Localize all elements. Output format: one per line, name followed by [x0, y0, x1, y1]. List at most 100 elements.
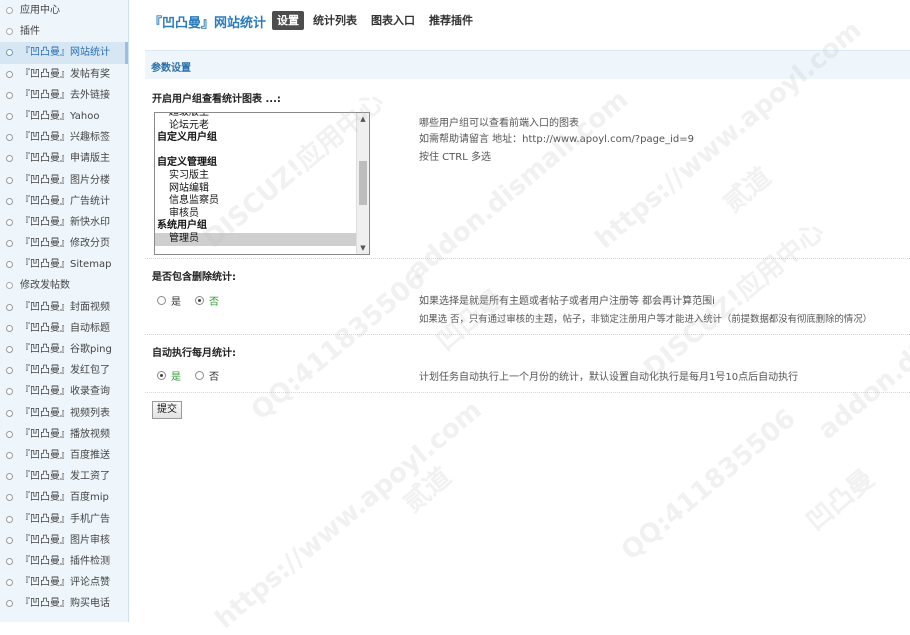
sidebar-item-label: 『凹凸曼』评论点赞 [20, 577, 110, 589]
sidebar-item-label: 『凹凸曼』发红包了 [20, 365, 110, 377]
monthly-yes-label[interactable]: 是 [171, 368, 181, 383]
bullet-icon [6, 261, 13, 269]
option-group-label: 系统用户组 [157, 220, 207, 232]
user-groups-options: 超级版主 论坛元老 自定义用户组 自定义管理组 实习版主 网站编辑 信息监察员 审核员 系统用户… [155, 113, 356, 246]
deleted-yes-radio[interactable] [157, 296, 166, 305]
bullet-icon [6, 70, 13, 78]
deleted-no-radio[interactable] [195, 296, 204, 305]
sidebar-item-label: 『凹凸曼』购买电话 [20, 598, 110, 610]
tab-settings[interactable]: 设置 [272, 11, 304, 30]
sidebar-item[interactable]: 『凹凸曼』购买电话 [0, 593, 128, 614]
sidebar-item[interactable]: 『凹凸曼』手机广告 [0, 509, 128, 530]
user-group-option[interactable]: 论坛元老 [155, 120, 356, 133]
sidebar-item[interactable]: 『凹凸曼』插件检测 [0, 551, 128, 572]
groups-setting-label: 开启用户组查看统计图表 ...: [152, 94, 281, 105]
sidebar-item-label: 『凹凸曼』网站统计 [20, 47, 110, 59]
sidebar-item-label: 修改发帖数 [20, 280, 70, 292]
sidebar-item[interactable]: 修改发帖数 [0, 275, 128, 296]
sidebar-item-label: 『凹凸曼』插件检测 [20, 555, 110, 567]
sidebar-item-label: 『凹凸曼』手机广告 [20, 513, 110, 525]
scroll-down-icon[interactable]: ▼ [357, 242, 369, 254]
sidebar-item[interactable]: 『凹凸曼』自动标题 [0, 318, 128, 339]
monthly-radio-group: 是 否 [157, 368, 233, 383]
monthly-hint-1: 计划任务自动执行上一个月份的统计，默认设置自动化执行是每月1号10点后自动执行 [419, 372, 799, 383]
divider [145, 334, 910, 335]
sidebar-item-label: 『凹凸曼』封面视频 [20, 301, 110, 313]
user-groups-multiselect[interactable]: 超级版主 论坛元老 自定义用户组 自定义管理组 实习版主 网站编辑 信息监察员 审核员 系统用户… [154, 112, 370, 255]
sidebar-item-label: 应用中心 [20, 5, 60, 16]
sidebar-item[interactable]: 插件 [0, 21, 128, 42]
user-group-option[interactable]: 管理员 [155, 232, 356, 246]
sidebar-item[interactable]: 『凹凸曼』申请版主 [0, 148, 128, 169]
tab-chart-entry[interactable]: 图表入口 [366, 11, 420, 30]
monthly-no-radio[interactable] [195, 371, 204, 380]
sidebar-item-label: 『凹凸曼』新快水印 [20, 216, 110, 228]
sidebar-item[interactable]: 『凹凸曼』Yahoo [0, 106, 128, 127]
monthly-no-label[interactable]: 否 [209, 368, 219, 383]
option-group-label: 自定义用户组 [157, 132, 217, 144]
scroll-up-icon[interactable]: ▲ [357, 113, 369, 125]
user-group-option[interactable]: 信息监察员 [155, 195, 356, 208]
user-group-option[interactable]: 审核员 [155, 208, 356, 221]
sidebar-item[interactable]: 『凹凸曼』图片审核 [0, 530, 128, 551]
deleted-no-label[interactable]: 否 [209, 293, 219, 308]
sidebar-item[interactable]: 『凹凸曼』网站统计 [0, 42, 128, 64]
sidebar-item-label: 『凹凸曼』发帖有奖 [20, 68, 110, 80]
bullet-icon [6, 240, 13, 248]
user-group-option[interactable]: 超级版主 [155, 113, 356, 120]
bullet-icon [6, 303, 13, 311]
sidebar-item[interactable]: 『凹凸曼』评论点赞 [0, 572, 128, 593]
section-header: 参数设置 [145, 50, 910, 79]
bullet-icon [6, 515, 13, 523]
sidebar-item[interactable]: 『凹凸曼』Sitemap [0, 254, 128, 275]
sidebar-item[interactable]: 『凹凸曼』发红包了 [0, 360, 128, 381]
sidebar-item[interactable]: 『凹凸曼』图片分楼 [0, 170, 128, 191]
user-group-option[interactable]: 网站编辑 [155, 183, 356, 196]
sidebar-item[interactable]: 『凹凸曼』谷歌ping [0, 339, 128, 360]
sidebar-item[interactable]: 『凹凸曼』播放视频 [0, 424, 128, 445]
sidebar-item-label: 『凹凸曼』谷歌ping [20, 344, 112, 355]
divider [145, 392, 910, 393]
deleted-radio-group: 是 否 [157, 293, 233, 308]
sidebar-item[interactable]: 『凹凸曼』百度mip [0, 487, 128, 508]
sidebar-item[interactable]: 应用中心 [0, 0, 128, 21]
sidebar-item[interactable]: 『凹凸曼』收录查询 [0, 381, 128, 402]
user-group-option[interactable]: 实习版主 [155, 170, 356, 183]
bullet-icon [6, 49, 13, 57]
submit-button[interactable]: 提交 [152, 401, 182, 419]
sidebar-item-label: 『凹凸曼』兴趣标签 [20, 132, 110, 144]
listbox-scrollbar[interactable]: ▲ ▼ [356, 113, 369, 254]
sidebar-item[interactable]: 『凹凸曼』百度推送 [0, 445, 128, 466]
sidebar-item[interactable]: 『凹凸曼』广告统计 [0, 191, 128, 212]
bullet-icon [6, 536, 13, 544]
sidebar-item[interactable]: 『凹凸曼』发工资了 [0, 466, 128, 487]
sidebar-item[interactable]: 『凹凸曼』兴趣标签 [0, 127, 128, 148]
bullet-icon [6, 346, 13, 353]
divider [145, 258, 910, 259]
user-group-option [155, 145, 356, 158]
sidebar-item[interactable]: 『凹凸曼』新快水印 [0, 212, 128, 233]
monthly-setting-label: 自动执行每月统计: [152, 348, 236, 359]
sidebar-item[interactable]: 『凹凸曼』封面视频 [0, 297, 128, 318]
sidebar-item[interactable]: 『凹凸曼』修改分页 [0, 233, 128, 254]
sidebar-item-label: 『凹凸曼』播放视频 [20, 428, 110, 440]
bullet-icon [6, 451, 13, 459]
sidebar-item-label: 插件 [20, 26, 40, 38]
tab-stats-list[interactable]: 统计列表 [308, 11, 362, 30]
sidebar-item[interactable]: 『凹凸曼』去外链接 [0, 85, 128, 106]
scroll-thumb[interactable] [359, 161, 367, 205]
tab-recommended-plugins[interactable]: 推荐插件 [424, 11, 478, 30]
deleted-yes-label[interactable]: 是 [171, 293, 181, 308]
monthly-yes-radio[interactable] [157, 371, 166, 380]
sidebar-item[interactable]: 『凹凸曼』发帖有奖 [0, 64, 128, 85]
sidebar-item-label: 『凹凸曼』百度推送 [20, 449, 110, 461]
top-bar: 『凹凸曼』网站统计 设置 统计列表 图表入口 推荐插件 [129, 0, 910, 42]
sidebar-item[interactable]: 『凹凸曼』视频列表 [0, 403, 128, 424]
bullet-icon [6, 218, 13, 226]
sidebar-item-label: 『凹凸曼』图片审核 [20, 534, 110, 546]
bullet-icon [6, 388, 13, 396]
sidebar-item-label: 『凹凸曼』发工资了 [20, 471, 110, 483]
bullet-icon [6, 324, 13, 332]
bullet-icon [6, 430, 13, 438]
deleted-hint-2: 如果选 否，只有通过审核的主题，帖子，非锁定注册用户等才能进入统计（前提数据都没… [419, 314, 872, 325]
